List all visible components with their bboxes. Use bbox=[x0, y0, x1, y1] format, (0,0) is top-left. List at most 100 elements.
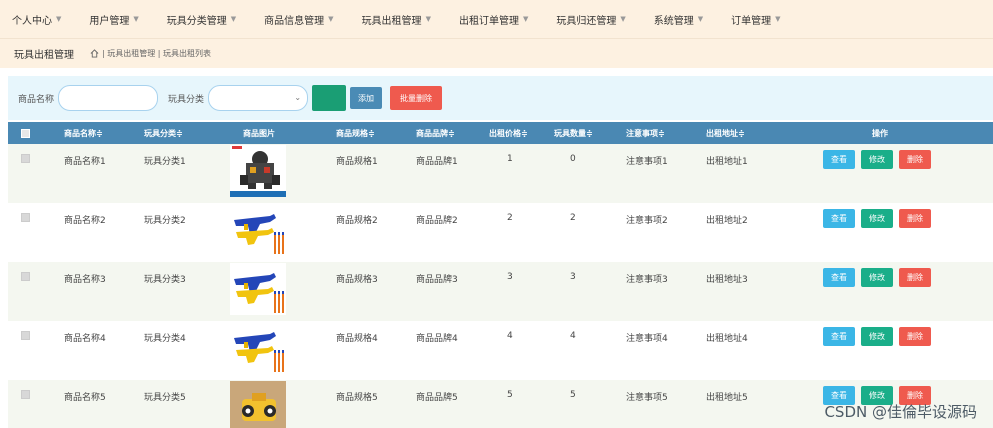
add-button[interactable]: 添加 bbox=[350, 87, 383, 109]
edit-button[interactable]: 修改 bbox=[861, 209, 893, 228]
delete-button[interactable]: 删除 bbox=[899, 150, 931, 169]
select-all-checkbox[interactable] bbox=[21, 128, 30, 138]
product-brand-cell: 商品品牌5 bbox=[416, 393, 458, 403]
search-button[interactable] bbox=[312, 85, 347, 111]
product-image bbox=[230, 263, 286, 315]
row-checkbox[interactable] bbox=[21, 390, 30, 399]
nav-personal-center[interactable]: 个人中心 ▼ bbox=[12, 12, 61, 27]
product-spec-cell: 商品规格3 bbox=[336, 275, 378, 285]
product-spec-cell: 商品规格5 bbox=[336, 393, 378, 403]
row-actions: 查看 修改 删除 bbox=[823, 203, 931, 262]
nav-label: 个人中心 bbox=[12, 15, 52, 27]
delete-button[interactable]: 删除 bbox=[899, 268, 931, 287]
toy-category-label: 玩具分类 bbox=[168, 94, 205, 105]
home-icon[interactable] bbox=[90, 49, 99, 58]
edit-button[interactable]: 修改 bbox=[861, 150, 893, 169]
nav-product-info-management[interactable]: 商品信息管理 ▼ bbox=[264, 12, 333, 27]
product-brand-cell: 商品品牌2 bbox=[416, 216, 458, 226]
nav-label: 玩具出租管理 bbox=[361, 15, 422, 27]
nav-user-management[interactable]: 用户管理 ▼ bbox=[89, 12, 138, 27]
row-checkbox[interactable] bbox=[21, 272, 30, 281]
chevron-down-icon: ▼ bbox=[56, 15, 62, 23]
edit-button[interactable]: 修改 bbox=[861, 327, 893, 346]
view-button[interactable]: 查看 bbox=[823, 327, 855, 346]
chevron-down-icon: ▼ bbox=[328, 15, 334, 23]
toy-category-select[interactable]: ⌄ bbox=[208, 85, 309, 111]
header-toy-quantity[interactable]: 玩具数量≑ bbox=[554, 122, 593, 144]
toy-category-cell: 玩具分类5 bbox=[144, 393, 186, 403]
header-product-image: 商品图片 bbox=[243, 128, 275, 138]
product-name-cell: 商品名称4 bbox=[64, 334, 106, 344]
row-select-cell bbox=[21, 262, 30, 321]
header-product-brand[interactable]: 商品品牌≑ bbox=[416, 122, 455, 144]
delete-button[interactable]: 删除 bbox=[899, 209, 931, 228]
chevron-down-icon: ▼ bbox=[230, 15, 237, 23]
row-actions: 查看 修改 删除 bbox=[823, 144, 931, 203]
rental-address-cell: 出租地址5 bbox=[706, 393, 748, 403]
chevron-down-icon: ▼ bbox=[522, 15, 529, 23]
view-button[interactable]: 查看 bbox=[823, 268, 855, 287]
rental-address-cell: 出租地址2 bbox=[706, 216, 748, 226]
notes-cell: 注意事项4 bbox=[626, 334, 668, 344]
select-all-cell bbox=[21, 122, 30, 144]
toy-category-cell: 玩具分类3 bbox=[144, 275, 186, 285]
row-select-cell bbox=[21, 144, 30, 203]
view-button[interactable]: 查看 bbox=[823, 150, 855, 169]
row-checkbox[interactable] bbox=[21, 154, 30, 163]
header-toy-category[interactable]: 玩具分类≑ bbox=[144, 122, 183, 144]
product-name-label: 商品名称 bbox=[18, 94, 55, 105]
edit-button[interactable]: 修改 bbox=[861, 268, 893, 287]
watermark: CSDN @佳倫毕设源码 bbox=[824, 403, 977, 421]
batch-delete-button[interactable]: 批量删除 bbox=[390, 86, 443, 110]
row-select-cell bbox=[21, 203, 30, 262]
chevron-down-icon: ⌄ bbox=[294, 93, 302, 102]
chevron-down-icon: ▼ bbox=[775, 15, 781, 23]
nav-toy-return-management[interactable]: 玩具归还管理 ▼ bbox=[556, 12, 625, 27]
header-rental-price[interactable]: 出租价格≑ bbox=[489, 122, 528, 144]
table-row: 商品名称1 玩具分类1 商品规格1 商品品牌1 1 0 注意事项1 出租地址1 查看 修改 删除 bbox=[8, 144, 993, 203]
product-name-cell: 商品名称5 bbox=[64, 393, 106, 403]
rental-price-cell: 2 bbox=[507, 213, 513, 223]
row-checkbox[interactable] bbox=[21, 331, 30, 340]
header-notes[interactable]: 注意事项≑ bbox=[626, 122, 665, 144]
row-checkbox[interactable] bbox=[21, 213, 30, 222]
product-image-cell bbox=[230, 262, 286, 321]
product-name-cell: 商品名称2 bbox=[64, 216, 106, 226]
rental-address-cell: 出租地址1 bbox=[706, 157, 748, 167]
table-row: 商品名称2 玩具分类2 商品规格2 商品品牌2 2 2 注意事项2 出租地址2 查看 修改 删除 bbox=[8, 203, 993, 262]
product-name-input[interactable] bbox=[58, 85, 159, 111]
chevron-down-icon: ▼ bbox=[620, 15, 626, 23]
rental-price-cell: 5 bbox=[507, 390, 513, 400]
nav-toy-category-management[interactable]: 玩具分类管理 ▼ bbox=[167, 12, 236, 27]
row-select-cell bbox=[21, 321, 30, 380]
nav-label: 玩具归还管理 bbox=[556, 15, 617, 27]
notes-cell: 注意事项5 bbox=[626, 393, 668, 403]
table-header: 商品名称≑ 玩具分类≑ 商品图片 商品规格≑ 商品品牌≑ 出租价格≑ 玩具数量≑… bbox=[8, 122, 993, 144]
nav-order-management[interactable]: 订单管理 ▼ bbox=[731, 12, 780, 27]
header-product-spec[interactable]: 商品规格≑ bbox=[336, 122, 375, 144]
row-select-cell bbox=[21, 380, 30, 428]
table-row: 商品名称4 玩具分类4 商品规格4 商品品牌4 4 4 注意事项4 出租地址4 查看 修改 删除 bbox=[8, 321, 993, 380]
toy-category-cell: 玩具分类4 bbox=[144, 334, 186, 344]
header-operations: 操作 bbox=[872, 128, 888, 138]
header-product-name[interactable]: 商品名称≑ bbox=[64, 122, 103, 144]
nav-label: 玩具分类管理 bbox=[166, 15, 227, 27]
top-nav: 个人中心 ▼ 用户管理 ▼ 玩具分类管理 ▼ 商品信息管理 ▼ 玩具出租管理 ▼ 出租订单… bbox=[0, 0, 993, 38]
product-brand-cell: 商品品牌3 bbox=[416, 275, 458, 285]
nav-label: 系统管理 bbox=[653, 15, 694, 27]
delete-button[interactable]: 删除 bbox=[899, 327, 931, 346]
chevron-down-icon: ▼ bbox=[697, 15, 704, 23]
breadcrumb-path[interactable]: | 玩具出租管理 | 玩具出租列表 bbox=[102, 48, 211, 59]
nav-system-management[interactable]: 系统管理 ▼ bbox=[654, 12, 703, 27]
view-button[interactable]: 查看 bbox=[823, 209, 855, 228]
header-rental-address[interactable]: 出租地址≑ bbox=[706, 122, 745, 144]
rental-address-cell: 出租地址3 bbox=[706, 275, 748, 285]
nav-rental-order-management[interactable]: 出租订单管理 ▼ bbox=[459, 12, 528, 27]
product-image bbox=[230, 204, 286, 256]
product-spec-cell: 商品规格2 bbox=[336, 216, 378, 226]
product-image-cell bbox=[230, 203, 286, 262]
nav-toy-rental-management[interactable]: 玩具出租管理 ▼ bbox=[362, 12, 431, 27]
product-image bbox=[230, 322, 286, 374]
notes-cell: 注意事项1 bbox=[626, 157, 668, 167]
product-brand-cell: 商品品牌1 bbox=[416, 157, 458, 167]
